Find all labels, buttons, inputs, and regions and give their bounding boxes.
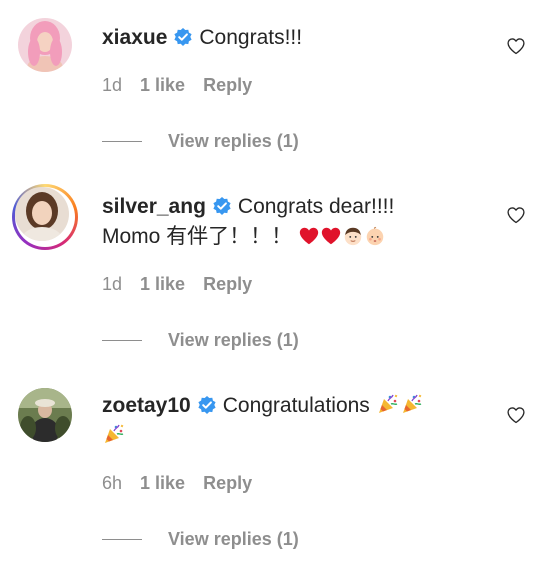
verified-badge-icon bbox=[197, 395, 217, 415]
view-replies-label: View replies (1) bbox=[168, 330, 299, 350]
heart-outline-icon[interactable] bbox=[506, 205, 526, 225]
story-ring[interactable] bbox=[12, 184, 78, 250]
party-popper-emoji bbox=[376, 392, 400, 416]
heart-outline-icon[interactable] bbox=[506, 36, 526, 56]
comment-time[interactable]: 1d bbox=[102, 274, 122, 294]
comment-text: silver_ang Congrats dear!!!! Momo 有伴了！！！ bbox=[102, 192, 482, 252]
comment-username[interactable]: zoetay10 bbox=[102, 394, 191, 417]
divider-line bbox=[102, 340, 142, 341]
comment-likes[interactable]: 1 like bbox=[140, 274, 185, 294]
party-popper-emoji bbox=[102, 422, 126, 446]
comment-meta: 6h 1 like Reply bbox=[102, 472, 270, 494]
comment-meta: 1d 1 like Reply bbox=[102, 74, 270, 96]
comment-username[interactable]: silver_ang bbox=[102, 195, 206, 218]
divider-line bbox=[102, 539, 142, 540]
red-heart-emoji bbox=[298, 225, 320, 247]
comment-body: Congrats!!! bbox=[199, 26, 303, 49]
comment-time[interactable]: 1d bbox=[102, 75, 122, 95]
verified-badge-icon bbox=[173, 27, 193, 47]
comment-likes[interactable]: 1 like bbox=[140, 473, 185, 493]
divider-line bbox=[102, 141, 142, 142]
view-replies-label: View replies (1) bbox=[168, 131, 299, 151]
red-heart-emoji bbox=[320, 225, 342, 247]
avatar[interactable] bbox=[18, 18, 72, 72]
comment-text: xiaxue Congrats!!! bbox=[102, 23, 482, 53]
heart-outline-icon[interactable] bbox=[506, 405, 526, 425]
reply-button[interactable]: Reply bbox=[203, 274, 252, 294]
avatar[interactable] bbox=[18, 388, 72, 442]
party-popper-emoji bbox=[400, 392, 424, 416]
baby-face-emoji bbox=[364, 225, 386, 247]
reply-button[interactable]: Reply bbox=[203, 75, 252, 95]
comment-body: Congratulations bbox=[222, 394, 370, 417]
comment-time[interactable]: 6h bbox=[102, 473, 122, 493]
comment-text: zoetay10 Congratulations bbox=[102, 391, 482, 451]
view-replies-label: View replies (1) bbox=[168, 529, 299, 549]
comment-meta: 1d 1 like Reply bbox=[102, 273, 270, 295]
comment-body-line2: Momo 有伴了！！！ bbox=[102, 225, 293, 248]
comment-body: Congrats dear!!!! bbox=[237, 195, 395, 218]
comment-username[interactable]: xiaxue bbox=[102, 26, 167, 49]
boy-face-emoji bbox=[342, 225, 364, 247]
reply-button[interactable]: Reply bbox=[203, 473, 252, 493]
verified-badge-icon bbox=[212, 196, 232, 216]
comment-likes[interactable]: 1 like bbox=[140, 75, 185, 95]
avatar bbox=[15, 187, 69, 241]
